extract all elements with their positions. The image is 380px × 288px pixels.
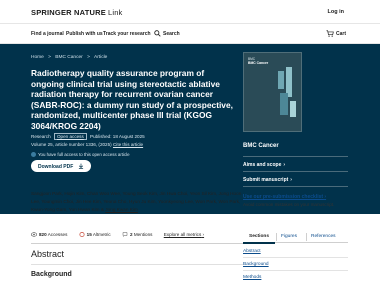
cart-icon[interactable] bbox=[326, 30, 334, 37]
published-date: Published: 18 August 2025 bbox=[90, 134, 145, 139]
cite-link[interactable]: Cite this article bbox=[113, 142, 143, 147]
altmetric-metric[interactable]: 15 Altmetric bbox=[79, 232, 111, 238]
nav-track-research[interactable]: Track your research bbox=[103, 31, 151, 37]
mentions-icon bbox=[122, 232, 128, 238]
divider bbox=[243, 156, 348, 157]
mentions-metric: 2 Mentions bbox=[122, 232, 153, 238]
submit-manuscript-label: Submit manuscript bbox=[243, 177, 289, 183]
article-nav-tabs: Sections Figures References bbox=[243, 231, 348, 244]
access-note: You have full access to this open access… bbox=[31, 152, 130, 158]
tab-references[interactable]: References bbox=[311, 234, 336, 239]
breadcrumb-home[interactable]: Home bbox=[31, 55, 44, 60]
accesses-label: Accesses bbox=[47, 232, 68, 237]
download-pdf-button[interactable]: Download PDF bbox=[31, 160, 91, 172]
access-note-text: You have full access to this open access… bbox=[38, 152, 130, 157]
search-icon[interactable] bbox=[154, 30, 161, 37]
arrow-right-icon: › bbox=[283, 162, 286, 168]
article-type: Research bbox=[31, 134, 51, 139]
journal-name[interactable]: BMC Cancer bbox=[243, 143, 279, 149]
breadcrumb: Home > BMC Cancer > Article bbox=[31, 55, 110, 60]
breadcrumb-separator: > bbox=[48, 55, 51, 60]
altmetric-label: Altmetric bbox=[92, 232, 111, 237]
divider bbox=[31, 243, 243, 244]
tab-divider bbox=[276, 233, 277, 241]
altmetric-score: 15 bbox=[86, 232, 92, 237]
cover-title: BMC Cancer bbox=[248, 61, 269, 65]
arrow-right-icon: › bbox=[202, 232, 205, 237]
tab-sections[interactable]: Sections bbox=[249, 234, 269, 239]
breadcrumb-separator: > bbox=[87, 55, 90, 60]
divider bbox=[243, 270, 348, 271]
divider bbox=[243, 257, 348, 258]
open-access-badge[interactable]: Open access bbox=[53, 133, 87, 140]
tab-figures[interactable]: Figures bbox=[281, 234, 297, 239]
active-tab-indicator bbox=[243, 242, 275, 244]
journal-cover[interactable]: BMC BMC Cancer bbox=[243, 52, 302, 132]
logo-suffix: Link bbox=[107, 8, 123, 17]
checklist-link[interactable]: Use our pre-submission checklist › bbox=[243, 194, 326, 200]
divider bbox=[31, 264, 243, 265]
springer-link-logo[interactable]: SPRINGER NATURE Link bbox=[31, 8, 123, 17]
aims-scope-label: Aims and scope bbox=[243, 162, 282, 168]
author-last[interactable]: Jong Kwan Kim bbox=[105, 207, 138, 212]
nav-publish[interactable]: Publish with us bbox=[66, 31, 103, 37]
article-hero: Home > BMC Cancer > Article Radiotherapy… bbox=[0, 44, 380, 214]
divider bbox=[243, 171, 348, 172]
logo-brand: SPRINGER NATURE bbox=[31, 8, 106, 17]
download-icon bbox=[78, 163, 84, 169]
toc-abstract[interactable]: Abstract bbox=[243, 249, 348, 254]
checklist-label: Use our pre-submission checklist bbox=[243, 194, 324, 200]
article-title: Radiotherapy quality assurance program o… bbox=[31, 68, 233, 131]
mentions-label: Mentions bbox=[133, 232, 153, 237]
submit-manuscript-link[interactable]: Submit manuscript › bbox=[243, 177, 292, 183]
check-icon bbox=[31, 152, 36, 158]
abstract-heading: Abstract bbox=[31, 249, 65, 259]
article-metrics: 820 Accesses 15 Altmetric 2 Mentions Exp… bbox=[31, 232, 214, 238]
nav-cart[interactable]: Cart bbox=[336, 31, 346, 37]
breadcrumb-article: Article bbox=[94, 55, 108, 60]
divider bbox=[243, 186, 348, 187]
article-volume: Volume 25, article number 1336, (2025) bbox=[31, 142, 112, 147]
explore-metrics-link[interactable]: Explore all metrics › bbox=[164, 232, 204, 237]
background-heading: Background bbox=[31, 271, 72, 278]
explore-metrics-label: Explore all metrics bbox=[163, 232, 202, 237]
nav-search[interactable]: Search bbox=[163, 31, 180, 37]
article-volume-line: Volume 25, article number 1336, (2025) C… bbox=[31, 142, 143, 147]
checklist-description: Avoid common mistakes on your manuscript… bbox=[243, 202, 335, 207]
cover-artwork bbox=[278, 67, 296, 117]
toc-background[interactable]: Background bbox=[243, 262, 348, 267]
download-pdf-label: Download PDF bbox=[38, 163, 74, 170]
accesses-metric: 820 Accesses bbox=[31, 232, 67, 237]
toc-methods[interactable]: Methods bbox=[243, 275, 348, 280]
arrow-right-icon: › bbox=[324, 194, 327, 200]
aims-scope-link[interactable]: Aims and scope › bbox=[243, 162, 285, 168]
site-header: SPRINGER NATURE Link Log in bbox=[0, 0, 380, 24]
eye-icon bbox=[31, 232, 37, 237]
article-meta: Research Open access Published: 18 Augus… bbox=[31, 133, 145, 140]
author-list[interactable]: Sangjoon Park, Hojin Kim, Chan Woo Wee, … bbox=[31, 190, 243, 213]
breadcrumb-journal[interactable]: BMC Cancer bbox=[55, 55, 82, 60]
main-nav: Find a journal Publish with us Track you… bbox=[0, 24, 380, 44]
tab-divider bbox=[306, 233, 307, 241]
nav-find-journal[interactable]: Find a journal bbox=[31, 31, 64, 37]
arrow-right-icon: › bbox=[290, 177, 292, 183]
accesses-count: 820 bbox=[39, 232, 47, 237]
mentions-count: 2 bbox=[129, 232, 133, 237]
altmetric-icon bbox=[79, 232, 85, 238]
login-link[interactable]: Log in bbox=[328, 9, 345, 15]
